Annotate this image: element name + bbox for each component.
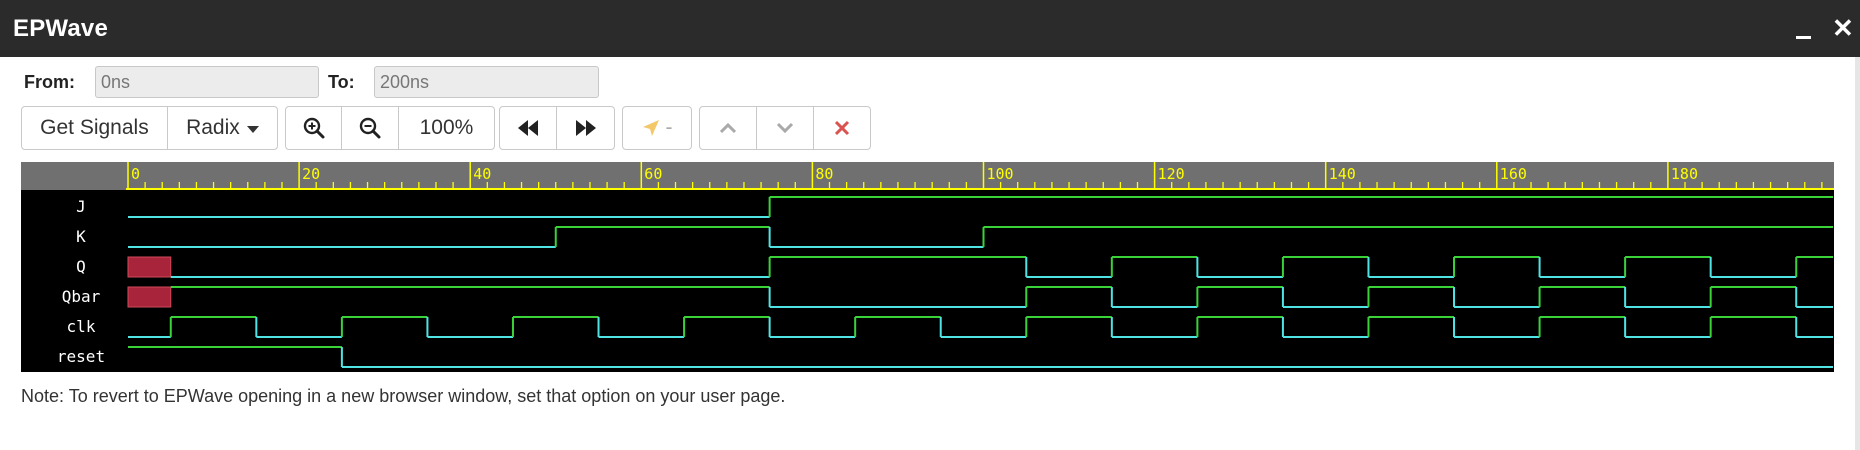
- cursor-value: -: [665, 116, 673, 139]
- ruler-tick-label: 180: [1671, 165, 1698, 183]
- ruler-tick-label: 20: [302, 165, 320, 183]
- signal-order-button-group: [699, 106, 871, 150]
- radix-label: Radix: [186, 116, 240, 139]
- from-input[interactable]: [95, 66, 319, 98]
- signal-name-k[interactable]: K: [76, 227, 86, 246]
- time-ruler[interactable]: [126, 162, 1834, 190]
- to-label: To:: [328, 72, 355, 92]
- scrollbar[interactable]: [1855, 57, 1860, 450]
- rewind-icon: [518, 120, 538, 136]
- caret-down-icon: [246, 126, 259, 133]
- zoom-button-group: 100%: [285, 106, 495, 150]
- ruler-tick-label: 60: [644, 165, 662, 183]
- ruler-tick-label: 160: [1500, 165, 1527, 183]
- unknown-value-region: [127, 286, 172, 308]
- move-up-button[interactable]: [700, 107, 758, 149]
- minimize-icon[interactable]: [1793, 18, 1817, 42]
- ruler-tick-label: 100: [987, 165, 1014, 183]
- cursor-button-group: -: [622, 106, 692, 150]
- prev-edge-button[interactable]: [500, 107, 558, 149]
- signals-button-group: Get Signals Radix: [21, 106, 278, 150]
- cursor-button[interactable]: -: [623, 107, 691, 149]
- ruler-tick-label: 0: [131, 165, 140, 183]
- close-icon[interactable]: ✕: [1832, 14, 1856, 42]
- from-label: From:: [24, 72, 75, 92]
- close-icon: [834, 120, 849, 136]
- chevron-down-icon: [776, 122, 794, 134]
- move-down-button[interactable]: [757, 107, 814, 149]
- get-signals-button[interactable]: Get Signals: [22, 107, 168, 149]
- signal-name-j[interactable]: J: [76, 197, 86, 216]
- unknown-value-region: [127, 256, 172, 278]
- zoom-out-icon: [360, 117, 381, 139]
- waveform-background: [21, 162, 1834, 372]
- zoom-in-icon: [303, 117, 325, 139]
- cursor-icon: [642, 120, 659, 136]
- radix-button[interactable]: Radix: [168, 107, 277, 149]
- footer-note: Note: To revert to EPWave opening in a n…: [21, 386, 786, 406]
- waveform-viewer[interactable]: 0 20 40 60 80 100 120 140 160 180 JKQ Qbar clk reset: [21, 162, 1834, 372]
- signal-name-q[interactable]: Q: [76, 257, 86, 276]
- signal-name-reset[interactable]: reset: [57, 347, 105, 366]
- ruler-tick-label: 140: [1329, 165, 1356, 183]
- delete-signal-button[interactable]: [814, 107, 870, 149]
- edge-nav-button-group: [499, 106, 615, 150]
- ruler-tick-label: 40: [473, 165, 491, 183]
- zoom-out-button[interactable]: [342, 107, 399, 149]
- window-titlebar: EPWave ✕: [0, 0, 1860, 57]
- chevron-up-icon: [720, 122, 737, 134]
- signal-name-qbar[interactable]: Qbar: [62, 287, 101, 306]
- signal-name-clk[interactable]: clk: [67, 317, 96, 336]
- fast-forward-icon: [575, 120, 596, 136]
- to-input[interactable]: [374, 66, 599, 98]
- ruler-corner: [21, 162, 126, 190]
- ruler-tick-label: 120: [1158, 165, 1185, 183]
- ruler-tick-label: 80: [815, 165, 833, 183]
- next-edge-button[interactable]: [557, 107, 614, 149]
- zoom-level-display: 100%: [419, 116, 474, 139]
- window-title: EPWave: [13, 15, 109, 42]
- zoom-in-button[interactable]: [286, 107, 343, 149]
